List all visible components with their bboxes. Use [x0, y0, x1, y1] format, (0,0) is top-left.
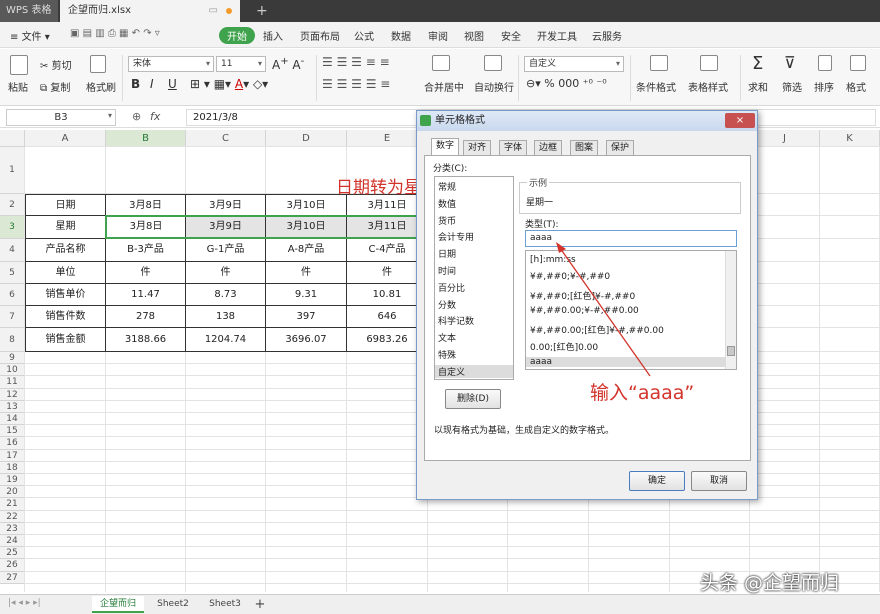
annotation-text: 输入“aaaa” — [590, 382, 695, 404]
annotation-arrow-icon — [556, 242, 651, 377]
sample-label: 示例 — [527, 176, 550, 189]
